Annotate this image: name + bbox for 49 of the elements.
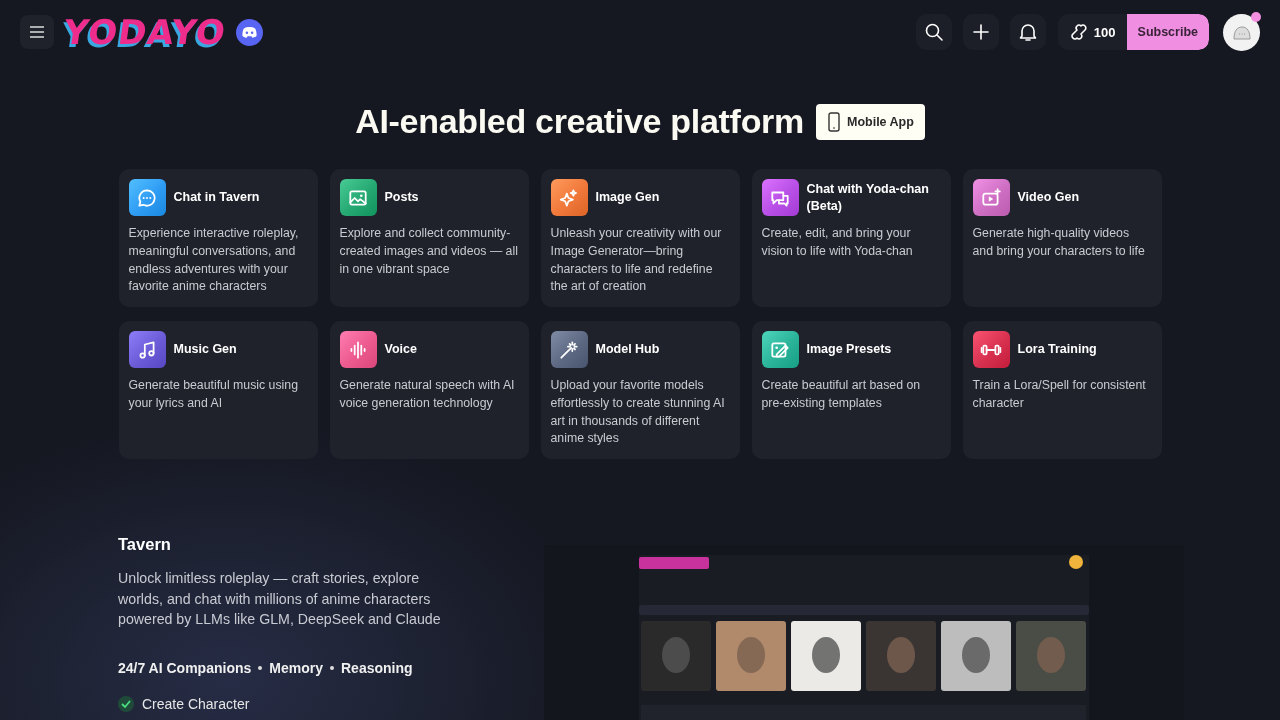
card-description: Generate natural speech with AI voice generation technology	[339, 377, 516, 412]
magic-wand-icon	[558, 338, 580, 361]
card-title: Music Gen	[173, 341, 237, 358]
create-button[interactable]	[962, 14, 999, 50]
feature-highlight: Memory	[269, 659, 323, 676]
notifications-button[interactable]	[1009, 14, 1046, 50]
card-description: Create beautiful art based on pre-existing templates	[761, 377, 922, 412]
chat-bubble-icon	[136, 186, 158, 209]
notification-dot	[1251, 11, 1261, 22]
search-button[interactable]	[915, 14, 952, 50]
card-title: Voice	[384, 341, 417, 358]
menu-icon	[29, 25, 45, 39]
sparkle-icon	[558, 186, 580, 209]
card-title: Image Presets	[806, 341, 892, 358]
avatar-icon	[1231, 24, 1252, 40]
feature-highlight: Reasoning	[341, 659, 413, 676]
menu-button[interactable]	[20, 15, 54, 49]
card-title: Chat with Yoda-chan (Beta)	[806, 180, 930, 215]
card-description: Generate high-quality videos and bring your characters to life	[972, 225, 1146, 260]
card-title: Video Gen	[1017, 189, 1080, 206]
card-description: Unleash your creativity with our Image Generator—bring characters to life and redefine the art of creation	[550, 225, 723, 296]
controller-icon[interactable]	[235, 18, 263, 46]
card-title: Chat in Tavern	[173, 189, 260, 206]
card-description: Generate beautiful music using your lyrics and AI	[128, 377, 300, 412]
card-description: Create, edit, and bring your vision to life with Yoda-chan	[761, 225, 914, 260]
page-title: AI-enabled creative platform	[355, 102, 804, 141]
search-icon	[923, 22, 944, 42]
card-description: Explore and collect community-created images and videos — all in one vibrant space	[339, 225, 519, 278]
section-description: Unlock limitless roleplay — craft stories, explore worlds, and chat with millions of anime characters powered by LLMs like GLM, DeepSeek and Claude	[118, 569, 442, 629]
card-title: Posts	[384, 189, 419, 206]
check-icon	[118, 695, 134, 712]
section-title: Tavern	[118, 535, 172, 554]
avatar[interactable]	[1223, 13, 1260, 51]
card-title: Model Hub	[595, 341, 660, 358]
card-description: Train a Lora/Spell for consistent character	[972, 377, 1147, 412]
checklist-item: Create Character	[142, 695, 250, 712]
card-description: Experience interactive roleplay, meaningful conversations, and endless adventures with your favorite anime characters	[128, 225, 300, 296]
subscribe-button[interactable]: Subscribe	[1126, 14, 1209, 50]
logo[interactable]: YODAYO	[61, 14, 229, 50]
link-icon	[1068, 22, 1089, 42]
card-description: Upload your favorite models effortlessly to create stunning AI art in thousands of different anime styles	[550, 377, 726, 448]
credits-button[interactable]: 100	[1057, 14, 1127, 50]
card-title: Image Gen	[595, 189, 660, 206]
plus-icon	[972, 24, 989, 40]
card-title: Lora Training	[1017, 341, 1097, 358]
phone-icon	[826, 111, 841, 132]
mobile-app-button[interactable]: Mobile App	[815, 103, 925, 140]
feature-highlight: 24/7 AI Companions	[118, 659, 252, 676]
bell-icon	[1018, 22, 1037, 42]
